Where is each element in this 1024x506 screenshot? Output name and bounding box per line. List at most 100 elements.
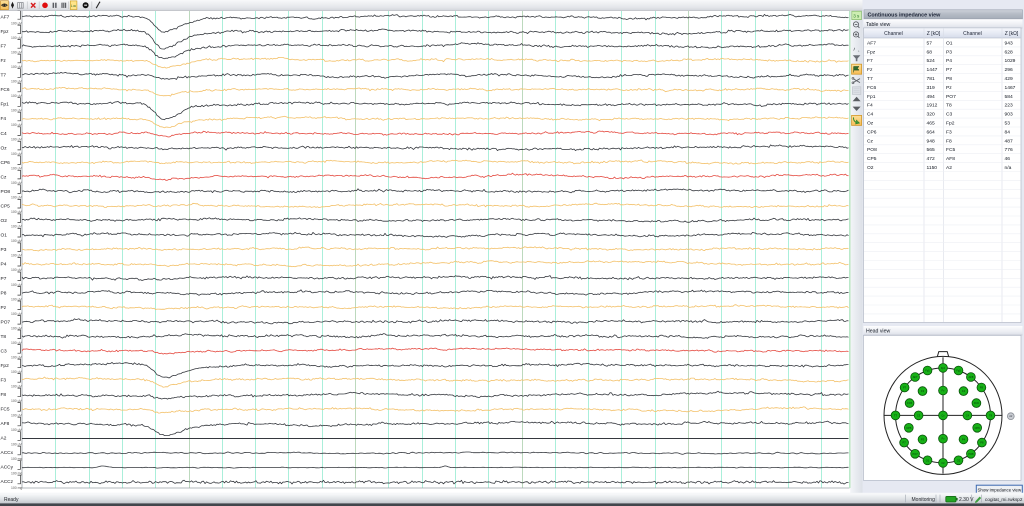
svg-text:Lıa: Lıa [71,4,76,8]
svg-text:AF7: AF7 [1,15,10,21]
svg-text:P3: P3 [946,49,952,55]
svg-text:F8: F8 [946,138,952,144]
svg-text:Pz: Pz [1,305,7,311]
svg-text:FC5: FC5 [1,407,10,413]
svg-text:F3: F3 [946,129,952,135]
svg-text:Fpz: Fpz [867,49,876,55]
svg-text:Ready: Ready [4,497,19,503]
svg-text:84: 84 [1005,129,1011,135]
svg-text:O2: O2 [957,458,961,462]
svg-text:ACCx: ACCx [1,450,14,456]
svg-text:100 µV: 100 µV [11,341,23,345]
svg-text:CP6: CP6 [975,426,981,430]
svg-text:781: 781 [927,76,935,82]
svg-text:FC6: FC6 [974,401,979,405]
svg-text:Oz: Oz [867,121,874,127]
svg-text:PO7: PO7 [1,320,11,326]
svg-text:cogitat_mi.rwksp2: cogitat_mi.rwksp2 [985,497,1023,502]
svg-text:Fz: Fz [867,67,873,73]
svg-text:CP6: CP6 [867,129,877,135]
svg-text:PO8: PO8 [867,147,877,153]
svg-text:Fp2: Fp2 [946,121,955,127]
svg-text:Table view: Table view [866,22,890,28]
svg-text:FC6: FC6 [867,85,877,91]
svg-text:F3: F3 [1,378,7,384]
svg-text:1912: 1912 [927,103,938,109]
svg-text:P3: P3 [921,437,925,441]
svg-text:F8: F8 [1,392,7,398]
svg-text:CP5: CP5 [1,203,11,209]
svg-text:Fp1: Fp1 [867,94,876,100]
svg-text:472: 472 [927,156,935,162]
svg-text:O2: O2 [867,165,874,171]
svg-text:Fpz: Fpz [1,29,10,35]
svg-text:903: 903 [1005,112,1013,118]
svg-text:68: 68 [927,49,933,55]
svg-text:T8: T8 [946,103,952,109]
svg-text:524: 524 [927,58,935,64]
svg-text:429: 429 [1005,76,1013,82]
svg-text:Fp2: Fp2 [1,363,10,369]
svg-text:CP6: CP6 [1,160,11,166]
svg-text:3 s: 3 s [853,14,860,19]
svg-text:100 µV: 100 µV [11,50,23,54]
svg-text:P7: P7 [903,441,907,445]
svg-text:F4: F4 [1,116,7,122]
svg-text:296: 296 [1005,67,1013,73]
svg-text:1467: 1467 [1005,85,1016,91]
svg-text:C4: C4 [1,131,7,137]
svg-text:FC5: FC5 [946,147,956,153]
svg-text:Head view: Head view [866,329,890,335]
svg-text:P4: P4 [962,437,966,441]
svg-text:P3: P3 [1,247,7,253]
svg-text:46: 46 [1005,156,1011,162]
svg-text:Pz: Pz [946,85,952,91]
svg-text:PO8: PO8 [1,189,11,195]
svg-text:C3: C3 [1,349,7,355]
svg-text:A2: A2 [1009,414,1013,418]
svg-text:Z [kΩ]: Z [kΩ] [1005,31,1019,37]
svg-text:Z [kΩ]: Z [kΩ] [927,31,941,37]
svg-text:FC6: FC6 [1,87,10,93]
svg-text:ACCz: ACCz [1,479,14,485]
svg-text:F7: F7 [1,44,7,50]
svg-text:P8: P8 [980,441,984,445]
svg-text:Cz: Cz [1,174,7,180]
svg-text:100 µV: 100 µV [11,413,23,417]
svg-text:1150: 1150 [927,165,938,171]
svg-text:100 mg: 100 mg [11,486,22,490]
svg-text:948: 948 [927,138,935,144]
svg-text:O2: O2 [1,218,8,224]
svg-text:223: 223 [1005,103,1013,109]
svg-text:57: 57 [927,40,933,46]
svg-text:♪: ♪ [853,46,856,52]
svg-text:Cz: Cz [867,138,874,144]
svg-text:AF8: AF8 [969,375,974,379]
svg-text:T8: T8 [1,334,7,340]
svg-text:Oz: Oz [1,145,8,151]
svg-text:Continuous impedance view: Continuous impedance view [868,13,942,19]
svg-text:↓: ↓ [858,49,860,53]
svg-text:F7: F7 [867,58,873,64]
svg-text:1447: 1447 [927,67,938,73]
svg-text:PO8: PO8 [968,452,974,456]
svg-text:CP5: CP5 [906,426,912,430]
svg-text:AF7: AF7 [867,40,876,46]
svg-text:319: 319 [927,85,935,91]
svg-text:C4: C4 [966,413,970,417]
svg-text:T7: T7 [1,73,7,79]
svg-text:AF7: AF7 [913,375,918,379]
svg-text:A2: A2 [946,165,952,171]
svg-text:628: 628 [1005,49,1013,55]
svg-text:P8: P8 [946,76,952,82]
svg-text:F4: F4 [867,103,873,109]
svg-text:n/a: n/a [1005,165,1012,171]
svg-text:O1: O1 [1,232,8,238]
svg-text:664: 664 [927,129,935,135]
svg-text:P4: P4 [946,58,952,64]
svg-text:P4: P4 [1,261,7,267]
svg-text:A2: A2 [1,436,7,442]
svg-text:53: 53 [1005,121,1011,127]
svg-text:584: 584 [1005,94,1013,100]
svg-text:465: 465 [927,121,935,127]
